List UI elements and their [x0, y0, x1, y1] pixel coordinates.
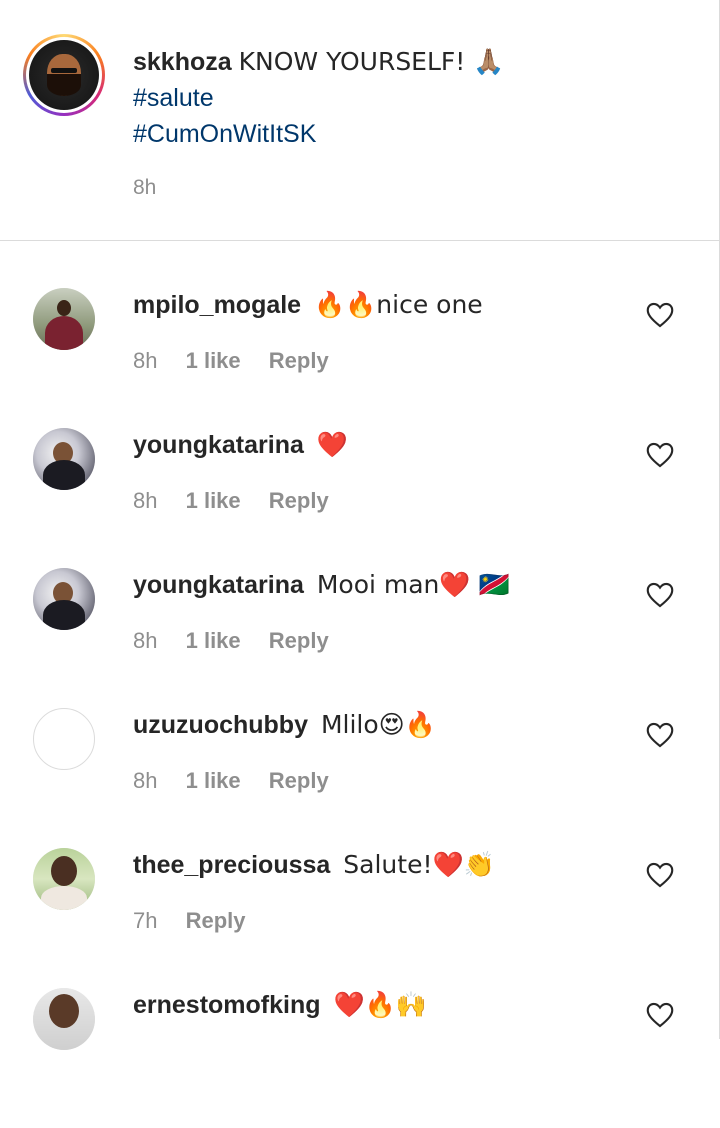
comment-meta: 8h 1 like Reply	[133, 628, 351, 654]
comment-body: ernestomofking ❤️🔥🙌	[133, 988, 427, 1022]
comment-username[interactable]: mpilo_mogale	[133, 291, 301, 319]
like-count[interactable]: 1 like	[186, 628, 241, 653]
comment-item: thee_precioussa Salute!❤️👏 7h Reply	[0, 848, 720, 988]
like-button[interactable]	[646, 442, 674, 468]
caption-username[interactable]: skkhoza	[133, 48, 232, 76]
comment-username[interactable]: thee_precioussa	[133, 851, 330, 879]
heart-outline-icon	[646, 862, 674, 888]
comment-timestamp: 8h	[133, 628, 158, 653]
comment-text: ❤️🔥🙌	[333, 990, 427, 1019]
heart-outline-icon	[646, 442, 674, 468]
comment-username[interactable]: ernestomofking	[133, 991, 321, 1019]
comment-meta: 8h 1 like Reply	[133, 348, 351, 374]
caption-body: skkhoza KNOW YOURSELF! 🙏🏽 #salute #CumOn…	[133, 44, 504, 152]
reply-button[interactable]: Reply	[269, 348, 329, 373]
heart-outline-icon	[646, 302, 674, 328]
avatar[interactable]	[33, 288, 95, 350]
comment-username[interactable]: uzuzuochubby	[133, 711, 308, 739]
comment-timestamp: 8h	[133, 348, 158, 373]
like-count[interactable]: 1 like	[186, 488, 241, 513]
comment-meta: 7h Reply	[133, 908, 268, 934]
comment-item: mpilo_mogale 🔥🔥nice one 8h 1 like Reply	[0, 288, 720, 428]
comment-item: youngkatarina ❤️ 8h 1 like Reply	[0, 428, 720, 568]
comment-timestamp: 8h	[133, 488, 158, 513]
comment-timestamp: 7h	[133, 908, 158, 933]
comment-body: thee_precioussa Salute!❤️👏	[133, 848, 495, 882]
hashtag-link[interactable]: #salute	[133, 80, 504, 116]
avatar-beard	[47, 74, 81, 96]
avatar-head	[57, 300, 71, 316]
avatar[interactable]	[33, 988, 95, 1050]
story-ring[interactable]	[23, 34, 105, 116]
avatar-head	[49, 994, 79, 1028]
comment-body: uzuzuochubby Mlilo😍🔥	[133, 708, 436, 742]
avatar-body	[41, 886, 87, 910]
avatar[interactable]	[33, 428, 95, 490]
reply-button[interactable]: Reply	[269, 488, 329, 513]
like-button[interactable]	[646, 1002, 674, 1028]
comment-text: Mooi man❤️ 🇳🇦	[316, 570, 510, 599]
avatar[interactable]	[33, 568, 95, 630]
comment-username[interactable]: youngkatarina	[133, 571, 304, 599]
caption-divider	[0, 240, 720, 241]
caption-timestamp: 8h	[133, 176, 157, 199]
like-button[interactable]	[646, 302, 674, 328]
reply-button[interactable]: Reply	[269, 768, 329, 793]
like-button[interactable]	[646, 722, 674, 748]
comment-text: 🔥🔥nice one	[314, 290, 483, 319]
heart-outline-icon	[646, 582, 674, 608]
avatar-body	[43, 460, 85, 490]
like-count[interactable]: 1 like	[186, 348, 241, 373]
avatar-body	[45, 316, 83, 350]
caption-text: KNOW YOURSELF! 🙏🏽	[238, 47, 505, 76]
comment-text: ❤️	[316, 430, 348, 459]
comment-body: youngkatarina ❤️	[133, 428, 348, 462]
comment-meta: 8h 1 like Reply	[133, 768, 351, 794]
comment-text: Salute!❤️👏	[343, 850, 495, 879]
comment-username[interactable]: youngkatarina	[133, 431, 304, 459]
avatar[interactable]	[29, 40, 99, 110]
comment-body: mpilo_mogale 🔥🔥nice one	[133, 288, 483, 322]
comment-text: Mlilo😍🔥	[320, 710, 436, 739]
comment-item: uzuzuochubby Mlilo😍🔥 8h 1 like Reply	[0, 708, 720, 848]
like-button[interactable]	[646, 582, 674, 608]
comment-item: ernestomofking ❤️🔥🙌	[0, 988, 720, 1128]
hashtag-link[interactable]: #CumOnWitItSK	[133, 116, 504, 152]
heart-outline-icon	[646, 1002, 674, 1028]
like-button[interactable]	[646, 862, 674, 888]
heart-outline-icon	[646, 722, 674, 748]
comment-timestamp: 8h	[133, 768, 158, 793]
comment-body: youngkatarina Mooi man❤️ 🇳🇦	[133, 568, 510, 602]
reply-button[interactable]: Reply	[186, 908, 246, 933]
post-caption: skkhoza KNOW YOURSELF! 🙏🏽 #salute #CumOn…	[0, 0, 720, 240]
avatar-head	[51, 856, 77, 886]
comment-meta: 8h 1 like Reply	[133, 488, 351, 514]
avatar[interactable]	[33, 848, 95, 910]
avatar-glasses	[51, 68, 77, 73]
avatar-body	[43, 600, 85, 630]
avatar[interactable]	[33, 708, 95, 770]
comments-screen: skkhoza KNOW YOURSELF! 🙏🏽 #salute #CumOn…	[0, 0, 720, 1050]
like-count[interactable]: 1 like	[186, 768, 241, 793]
comment-item: youngkatarina Mooi man❤️ 🇳🇦 8h 1 like Re…	[0, 568, 720, 708]
reply-button[interactable]: Reply	[269, 628, 329, 653]
